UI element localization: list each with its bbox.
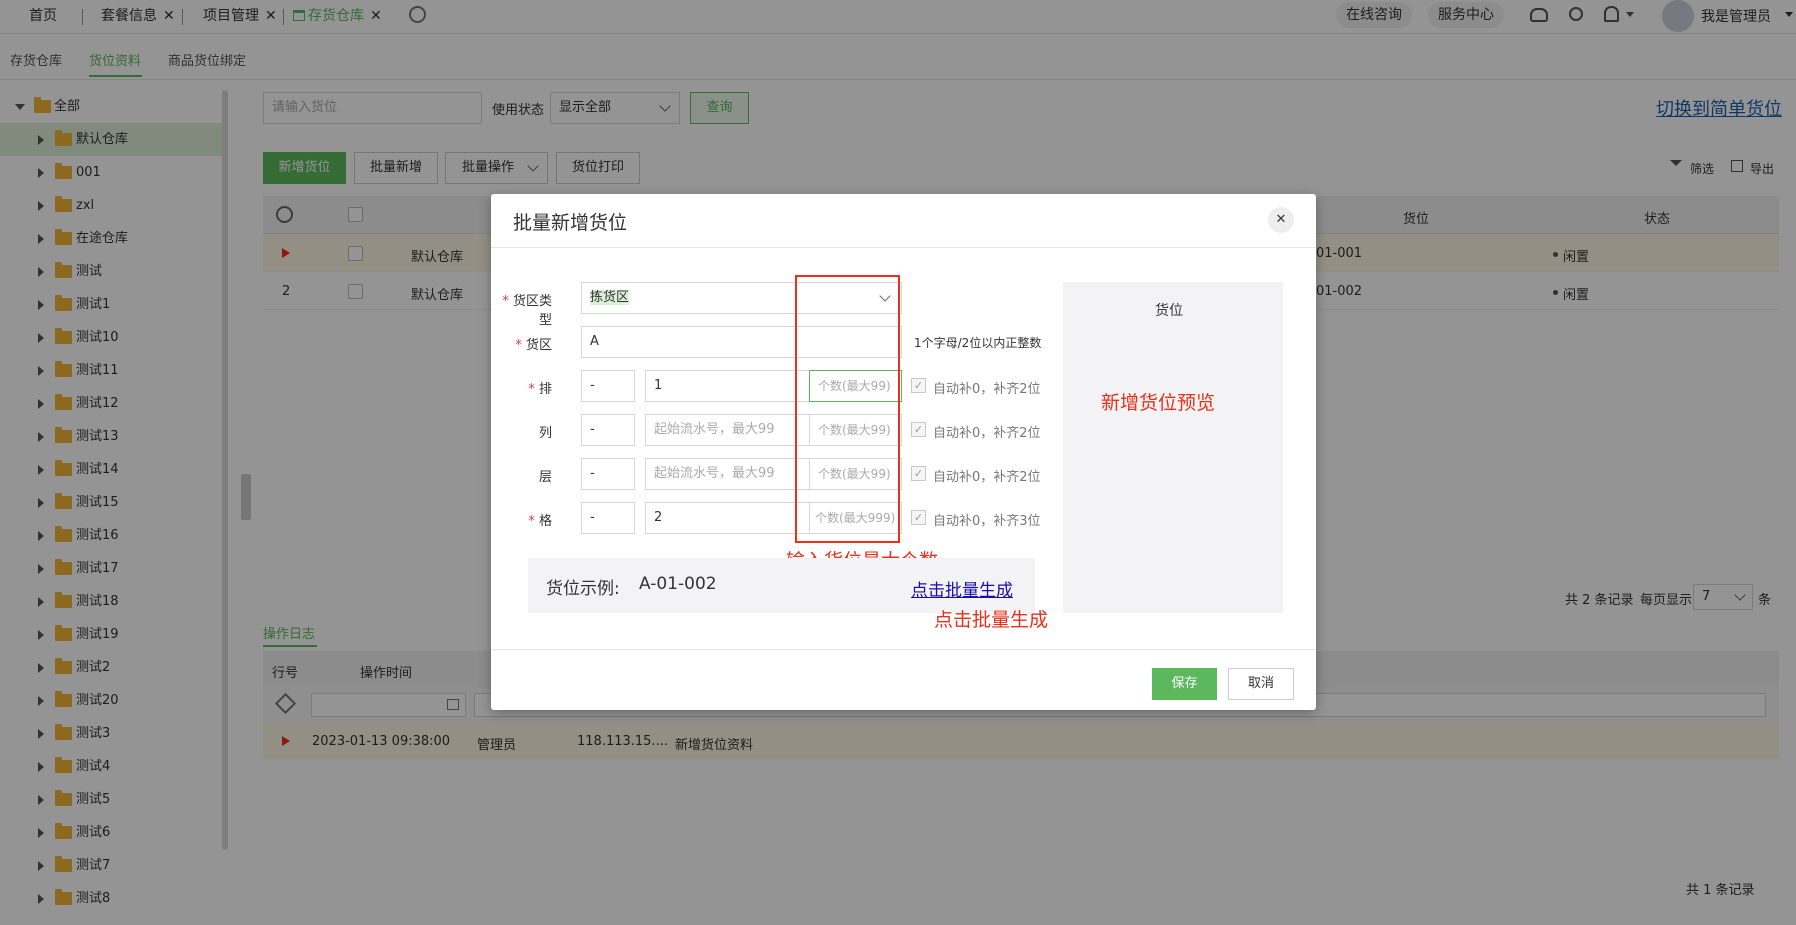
location-preview-panel bbox=[1063, 282, 1283, 613]
cell-autopad-hint: 自动补0，补齐3位 bbox=[933, 514, 1041, 529]
column-autopad-hint: 自动补0，补齐2位 bbox=[933, 426, 1041, 441]
annotation-preview: 新增货位预览 bbox=[1101, 392, 1216, 414]
row-prefix-input[interactable]: - bbox=[581, 370, 635, 402]
row-autopad-checkbox[interactable]: ✓ bbox=[911, 378, 926, 393]
batch-generate-link[interactable]: 点击批量生成 bbox=[911, 576, 1013, 601]
save-button[interactable]: 保存 bbox=[1152, 668, 1217, 700]
layer-autopad-hint: 自动补0，补齐2位 bbox=[933, 470, 1041, 485]
cell-start-value: 2 bbox=[654, 510, 663, 525]
row-autopad-hint: 自动补0，补齐2位 bbox=[933, 382, 1041, 397]
layer-label-text: 层 bbox=[538, 470, 552, 485]
zone-value: A bbox=[590, 334, 599, 349]
annotation-highlight-box bbox=[795, 275, 900, 543]
layer-prefix-input[interactable]: - bbox=[581, 458, 635, 490]
column-label: 列 bbox=[492, 422, 552, 441]
preview-header: 货位 bbox=[1155, 303, 1183, 319]
cell-label: * 格 bbox=[528, 514, 552, 529]
layer-autopad-checkbox[interactable]: ✓ bbox=[911, 466, 926, 481]
zone-hint: 1个字母/2位以内正整数 bbox=[914, 336, 1042, 350]
zone-type-label: * 货区类型 bbox=[502, 294, 552, 328]
zone-label: * 货区 bbox=[515, 338, 552, 353]
zone-type-label-text: 货区类型 bbox=[512, 294, 552, 328]
zone-label-text: 货区 bbox=[525, 338, 552, 353]
layer-prefix-value: - bbox=[590, 466, 595, 481]
row-label: * 排 bbox=[528, 382, 552, 397]
column-label-text: 列 bbox=[538, 426, 552, 441]
dialog-divider bbox=[491, 247, 1316, 248]
cell-prefix-value: - bbox=[590, 510, 595, 525]
zone-type-value: 拣货区 bbox=[590, 290, 630, 305]
cell-autopad-checkbox[interactable]: ✓ bbox=[911, 510, 926, 525]
cancel-button[interactable]: 取消 bbox=[1228, 668, 1294, 700]
cell-prefix-input[interactable]: - bbox=[581, 502, 635, 534]
row-prefix-value: - bbox=[590, 378, 595, 393]
column-autopad-checkbox[interactable]: ✓ bbox=[911, 422, 926, 437]
annotation-click-generate: 点击批量生成 bbox=[934, 609, 1049, 631]
row-start-value: 1 bbox=[654, 378, 663, 393]
layer-start-placeholder: 起始流水号，最大99 bbox=[654, 466, 775, 481]
example-label: 货位示例: bbox=[546, 579, 620, 599]
close-icon[interactable]: ✕ bbox=[1268, 207, 1294, 233]
batch-new-location-dialog: 批量新增货位 ✕ * 货区类型 拣货区 * 货区 A 1个字母/2位以内正整数 … bbox=[491, 194, 1316, 710]
cell-label-text: 格 bbox=[538, 514, 552, 529]
dialog-footer-divider bbox=[491, 649, 1316, 650]
column-prefix-value: - bbox=[590, 422, 595, 437]
column-start-placeholder: 起始流水号，最大99 bbox=[654, 422, 775, 437]
row-label-text: 排 bbox=[538, 382, 552, 397]
column-prefix-input[interactable]: - bbox=[581, 414, 635, 446]
dialog-title: 批量新增货位 bbox=[513, 212, 628, 234]
example-value: A-01-002 bbox=[639, 574, 717, 594]
layer-label: 层 bbox=[492, 466, 552, 485]
